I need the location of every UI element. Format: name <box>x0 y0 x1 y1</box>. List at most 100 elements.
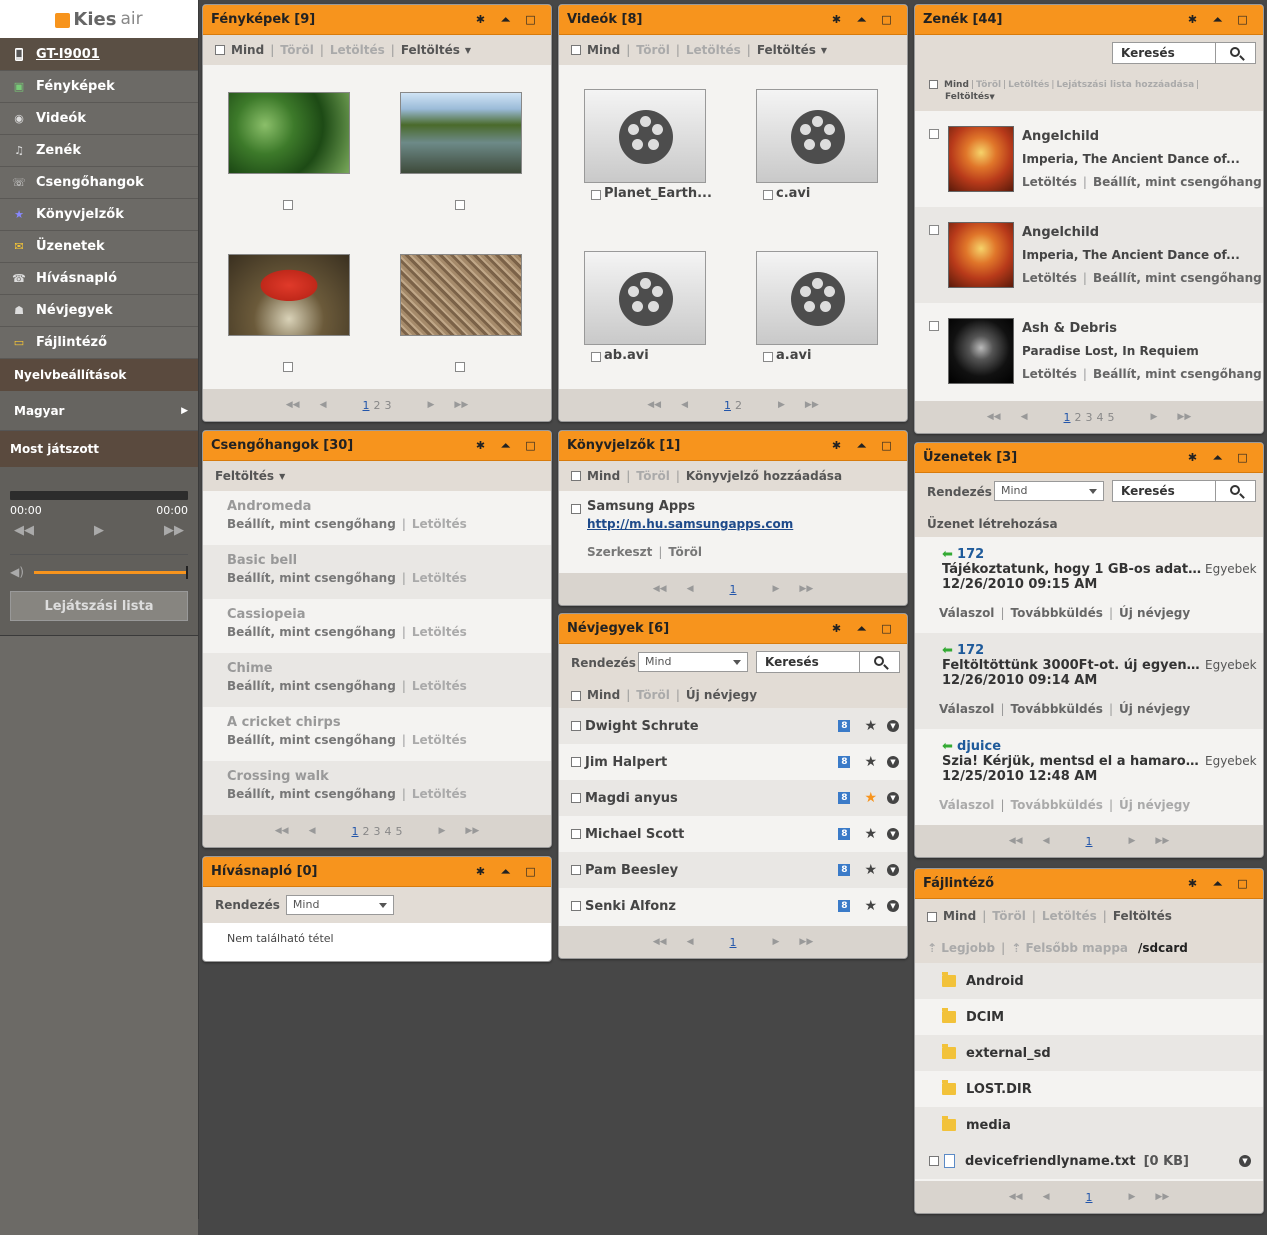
first-page-icon[interactable]: ◀◀ <box>653 584 667 594</box>
page-link[interactable]: 5 <box>396 825 403 838</box>
forward-button[interactable]: Továbbküldés <box>1010 702 1102 716</box>
photo-checkbox[interactable] <box>455 362 465 372</box>
chevron-down-icon[interactable]: ▼ <box>821 46 827 55</box>
video-checkbox[interactable] <box>763 352 773 362</box>
select-all-checkbox[interactable] <box>215 45 225 55</box>
ringtone-item[interactable]: Crossing walk Beállít, mint csengőhang | Le… <box>203 761 551 815</box>
page-link[interactable]: 4 <box>385 825 392 838</box>
collapse-icon[interactable]: ⏶ <box>1205 13 1230 27</box>
photo-thumbnail[interactable] <box>400 254 522 336</box>
delete-button[interactable]: Töröl <box>636 43 670 57</box>
favorite-star-icon[interactable]: ★ <box>864 790 877 806</box>
download-button[interactable]: Letöltés <box>412 571 467 585</box>
search-icon[interactable] <box>1215 43 1255 63</box>
song-item[interactable]: Angelchild Imperia, The Ancient Dance of.… <box>915 111 1263 207</box>
sidebar-item-music[interactable]: ♫ Zenék <box>0 135 198 167</box>
download-button[interactable]: Letöltés <box>412 733 467 747</box>
sidebar-item-folder[interactable]: ▭ Fájlintéző <box>0 327 198 359</box>
settings-gear-icon[interactable]: ✱ <box>1180 451 1205 464</box>
contact-item[interactable]: Jim Halpert 8 ★ ▼ <box>559 744 907 780</box>
select-all-checkbox[interactable] <box>571 471 581 481</box>
prev-page-icon[interactable]: ◀ <box>681 400 688 410</box>
next-page-icon[interactable]: ▶ <box>1151 412 1158 422</box>
page-link[interactable]: 1 <box>730 583 737 596</box>
dropdown-icon[interactable]: ▼ <box>887 792 899 804</box>
all-label[interactable]: Mind <box>231 43 264 57</box>
settings-gear-icon[interactable]: ✱ <box>468 439 493 452</box>
last-page-icon[interactable]: ▶▶ <box>454 400 468 410</box>
delete-button[interactable]: Töröl <box>636 469 670 483</box>
device-link[interactable]: GT-I9001 <box>0 38 198 71</box>
last-page-icon[interactable]: ▶▶ <box>1177 412 1191 422</box>
select-all-checkbox[interactable] <box>927 911 937 922</box>
delete-button[interactable]: Töröl <box>636 688 670 702</box>
song-item[interactable]: Ash & Debris Paradise Lost, In Requiem Let… <box>915 303 1263 399</box>
settings-gear-icon[interactable]: ✱ <box>824 13 849 26</box>
forward-button[interactable]: Továbbküldés <box>1010 606 1102 620</box>
all-label[interactable]: Mind <box>944 80 969 90</box>
contact-item[interactable]: Magdi anyus 8 ★ ▼ <box>559 780 907 816</box>
volume-icon[interactable]: ◀) <box>10 565 24 579</box>
all-label[interactable]: Mind <box>587 43 620 57</box>
photo-thumbnail[interactable] <box>228 92 350 174</box>
contact-checkbox[interactable] <box>571 901 581 911</box>
first-page-icon[interactable]: ◀◀ <box>653 937 667 947</box>
sidebar-item-phone[interactable]: ☎ Hívásnapló <box>0 263 198 295</box>
sort-select[interactable]: Mind <box>638 652 748 672</box>
first-page-icon[interactable]: ◀◀ <box>286 400 300 410</box>
settings-gear-icon[interactable]: ✱ <box>1180 877 1205 890</box>
download-button[interactable]: Letöltés <box>412 679 467 693</box>
song-checkbox[interactable] <box>929 129 939 139</box>
maximize-icon[interactable]: □ <box>874 622 899 635</box>
contact-checkbox[interactable] <box>571 721 581 731</box>
forward-button[interactable]: Továbbküldés <box>1010 798 1102 812</box>
favorite-star-icon[interactable]: ★ <box>864 862 877 878</box>
folder-item[interactable]: external_sd <box>915 1035 1263 1071</box>
page-link[interactable]: 3 <box>1086 411 1093 424</box>
prev-page-icon[interactable]: ◀ <box>1043 836 1050 846</box>
favorite-star-icon[interactable]: ★ <box>864 718 877 734</box>
fast-forward-icon[interactable]: ▶▶ <box>164 523 184 538</box>
set-ringtone-button[interactable]: Beállít, mint csengőhang <box>1093 175 1262 189</box>
rewind-icon[interactable]: ◀◀ <box>14 523 34 538</box>
last-page-icon[interactable]: ▶▶ <box>805 400 819 410</box>
volume-slider[interactable] <box>33 565 189 579</box>
search-icon[interactable] <box>1215 481 1255 501</box>
prev-page-icon[interactable]: ◀ <box>687 584 694 594</box>
ringtone-item[interactable]: Cassiopeia Beállít, mint csengőhang | Letöl… <box>203 599 551 653</box>
reply-button[interactable]: Válaszol <box>939 798 994 812</box>
prev-page-icon[interactable]: ◀ <box>687 937 694 947</box>
message-item[interactable]: ⬅ djuice Szia! Kérjük, mentsd el a hamaro… <box>915 729 1263 825</box>
download-button[interactable]: Letöltés <box>1008 80 1049 90</box>
set-ringtone-button[interactable]: Beállít, mint csengőhang <box>1093 367 1262 381</box>
photo-checkbox[interactable] <box>283 362 293 372</box>
video-thumbnail[interactable] <box>584 89 706 183</box>
maximize-icon[interactable]: □ <box>518 439 543 452</box>
page-link[interactable]: 1 <box>352 825 359 838</box>
page-link[interactable]: 4 <box>1097 411 1104 424</box>
reply-button[interactable]: Válaszol <box>939 702 994 716</box>
sort-select[interactable]: Mind <box>285 895 394 915</box>
page-link[interactable]: 2 <box>735 399 742 412</box>
upload-button[interactable]: Feltöltés <box>945 92 989 102</box>
bookmark-checkbox[interactable] <box>571 504 581 514</box>
ringtone-item[interactable]: Basic bell Beállít, mint csengőhang | Letöl… <box>203 545 551 599</box>
page-link[interactable]: 1 <box>1086 1191 1093 1204</box>
contact-item[interactable]: Dwight Schrute 8 ★ ▼ <box>559 708 907 744</box>
download-button[interactable]: Letöltés <box>412 517 467 531</box>
message-item[interactable]: ⬅ 172 Feltöltöttünk 3000Ft-ot. új egyenle… <box>915 633 1263 729</box>
contact-checkbox[interactable] <box>571 793 581 803</box>
add-bookmark-button[interactable]: Könyvjelző hozzáadása <box>686 469 842 483</box>
create-message-button[interactable]: Üzenet létrehozása <box>927 517 1058 531</box>
playlist-button[interactable]: Lejátszási lista <box>10 591 188 621</box>
video-thumbnail[interactable] <box>584 251 706 345</box>
delete-button[interactable]: Töröl <box>976 80 1001 90</box>
language-selector[interactable]: Magyar ▶ <box>0 391 198 431</box>
settings-gear-icon[interactable]: ✱ <box>468 865 493 878</box>
kies-air-logo[interactable]: Kies air <box>0 0 198 38</box>
collapse-icon[interactable]: ⏶ <box>849 13 874 27</box>
next-page-icon[interactable]: ▶ <box>439 826 446 836</box>
maximize-icon[interactable]: □ <box>518 13 543 26</box>
settings-gear-icon[interactable]: ✱ <box>824 439 849 452</box>
download-button[interactable]: Letöltés <box>412 625 467 639</box>
